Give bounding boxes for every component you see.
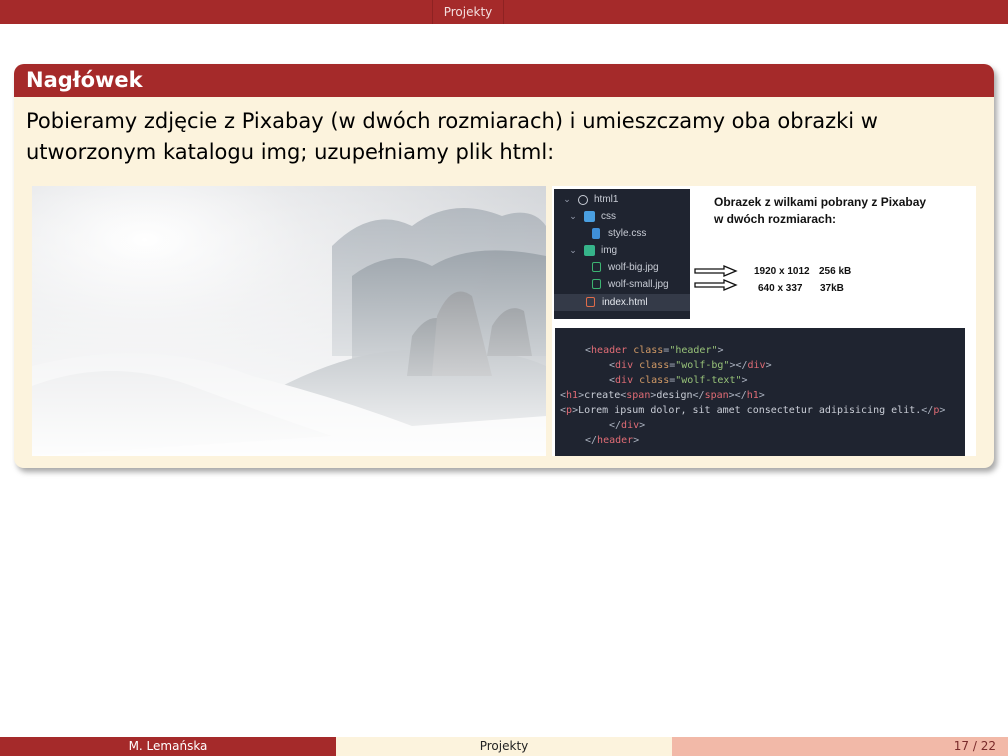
section-tab-projekty[interactable]: Projekty bbox=[432, 0, 504, 24]
code-editor: <header class="header"> <div class="wolf… bbox=[555, 328, 965, 456]
chevron-down-icon: ⌄ bbox=[563, 194, 571, 204]
code-line: </div> bbox=[609, 420, 646, 431]
tree-item-wolf-small[interactable]: wolf-small.jpg bbox=[554, 276, 690, 293]
chevron-down-icon: ⌄ bbox=[569, 245, 577, 255]
folder-icon bbox=[584, 211, 595, 222]
code-line: <header class="header"> bbox=[585, 345, 724, 356]
small-image-size: 37kB bbox=[820, 283, 844, 294]
tree-item-html1[interactable]: ⌄ html1 bbox=[554, 191, 690, 208]
code-line: <p>Lorem ipsum dolor, sit amet consectet… bbox=[560, 405, 946, 416]
circle-icon bbox=[578, 195, 588, 205]
arrow-icon bbox=[694, 265, 738, 291]
tree-item-label: index.html bbox=[602, 297, 648, 308]
footer-title: Projekty bbox=[336, 737, 672, 756]
css-file-icon bbox=[592, 228, 600, 239]
image-file-icon bbox=[592, 279, 601, 289]
code-line: <div class="wolf-text"> bbox=[609, 375, 748, 386]
code-line: </header> bbox=[585, 435, 640, 446]
tree-item-label: img bbox=[601, 245, 618, 256]
block-title: Nagłówek bbox=[14, 64, 994, 97]
tree-item-index-html[interactable]: index.html bbox=[554, 294, 690, 311]
big-image-dimensions: 1920 x 1012 bbox=[754, 266, 810, 277]
tree-item-label: css bbox=[601, 211, 616, 222]
footer-bar: M. Lemańska Projekty 17 / 22 bbox=[0, 737, 1008, 756]
tree-item-css[interactable]: ⌄ css bbox=[554, 208, 690, 225]
html-file-icon bbox=[586, 297, 595, 307]
folder-icon bbox=[584, 245, 595, 256]
top-navigation-bar: Projekty bbox=[0, 0, 1008, 24]
footer-page-number: 17 / 22 bbox=[672, 737, 1008, 756]
small-image-dimensions: 640 x 337 bbox=[758, 283, 803, 294]
tree-item-label: html1 bbox=[594, 194, 619, 205]
file-explorer: ⌄ html1 ⌄ css style.css ⌄ img wolf-big.j… bbox=[554, 189, 690, 319]
tree-item-style-css[interactable]: style.css bbox=[554, 225, 690, 242]
tree-item-img[interactable]: ⌄ img bbox=[554, 242, 690, 259]
image-file-icon bbox=[592, 262, 601, 272]
big-image-size: 256 kB bbox=[819, 266, 852, 277]
block-body-text: Pobieramy zdjęcie z Pixabay (w dwóch roz… bbox=[26, 109, 878, 164]
tree-item-wolf-big[interactable]: wolf-big.jpg bbox=[554, 259, 690, 276]
tree-item-label: style.css bbox=[608, 228, 647, 239]
chevron-down-icon: ⌄ bbox=[569, 211, 577, 221]
tree-item-label: wolf-small.jpg bbox=[608, 279, 669, 290]
code-line: <div class="wolf-bg"></div> bbox=[609, 360, 772, 371]
wolves-photo bbox=[32, 186, 546, 456]
note-title: Obrazek z wilkami pobrany z Pixabay w dw… bbox=[714, 195, 927, 226]
tree-item-label: wolf-big.jpg bbox=[608, 262, 659, 273]
footer-author: M. Lemańska bbox=[0, 737, 336, 756]
code-line: <h1>create<span>design</span></h1> bbox=[560, 390, 765, 401]
